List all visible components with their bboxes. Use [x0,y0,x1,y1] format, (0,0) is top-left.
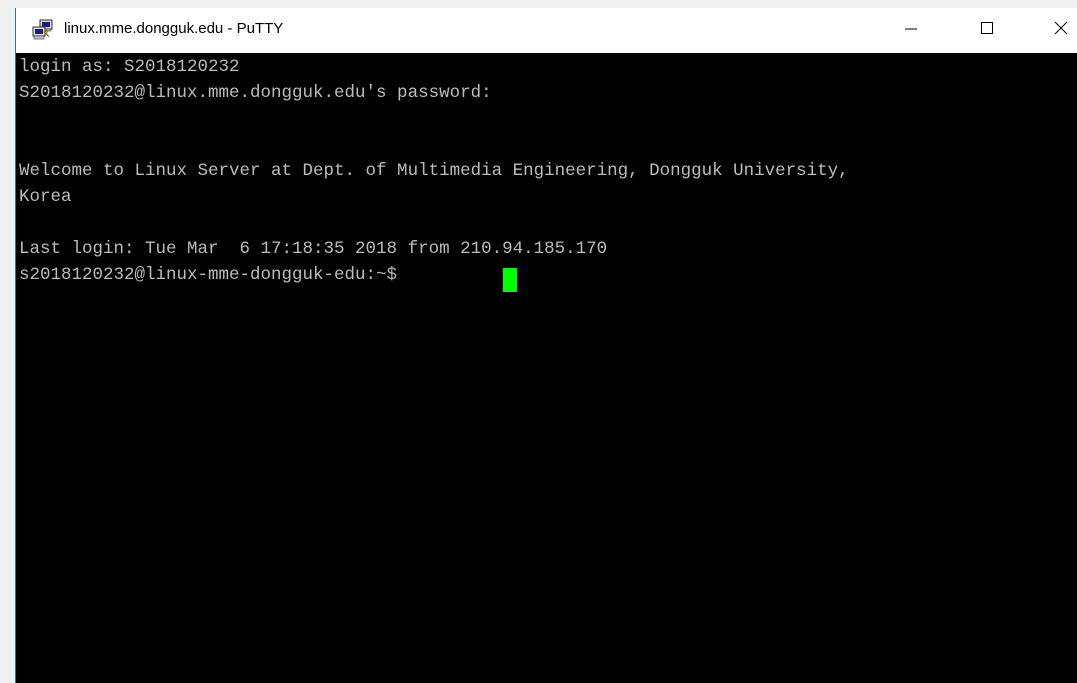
maximize-icon [980,21,994,40]
terminal-line: login as: S2018120232 [19,57,240,77]
close-icon [1054,21,1068,40]
terminal-line: Korea [19,187,72,207]
putty-icon[interactable] [32,19,54,41]
terminal-prompt: s2018120232@linux-mme-dongguk-edu:~$ [19,265,408,285]
title-bar[interactable]: linux.mme.dongguk.edu - PuTTY [16,8,1077,52]
minimize-icon [904,21,918,40]
terminal-line: Welcome to Linux Server at Dept. of Mult… [19,161,849,181]
putty-window: linux.mme.dongguk.edu - PuTTY login as: … [15,8,1077,683]
close-button[interactable] [1038,8,1077,52]
maximize-button[interactable] [964,8,1010,52]
window-title: linux.mme.dongguk.edu - PuTTY [64,20,284,37]
terminal-cursor [503,268,517,292]
terminal-line: S2018120232@linux.mme.dongguk.edu's pass… [19,83,492,103]
terminal-line: Last login: Tue Mar 6 17:18:35 2018 from… [19,239,608,259]
terminal-area[interactable]: login as: S2018120232 S2018120232@linux.… [16,53,1077,683]
minimize-button[interactable] [888,8,934,52]
